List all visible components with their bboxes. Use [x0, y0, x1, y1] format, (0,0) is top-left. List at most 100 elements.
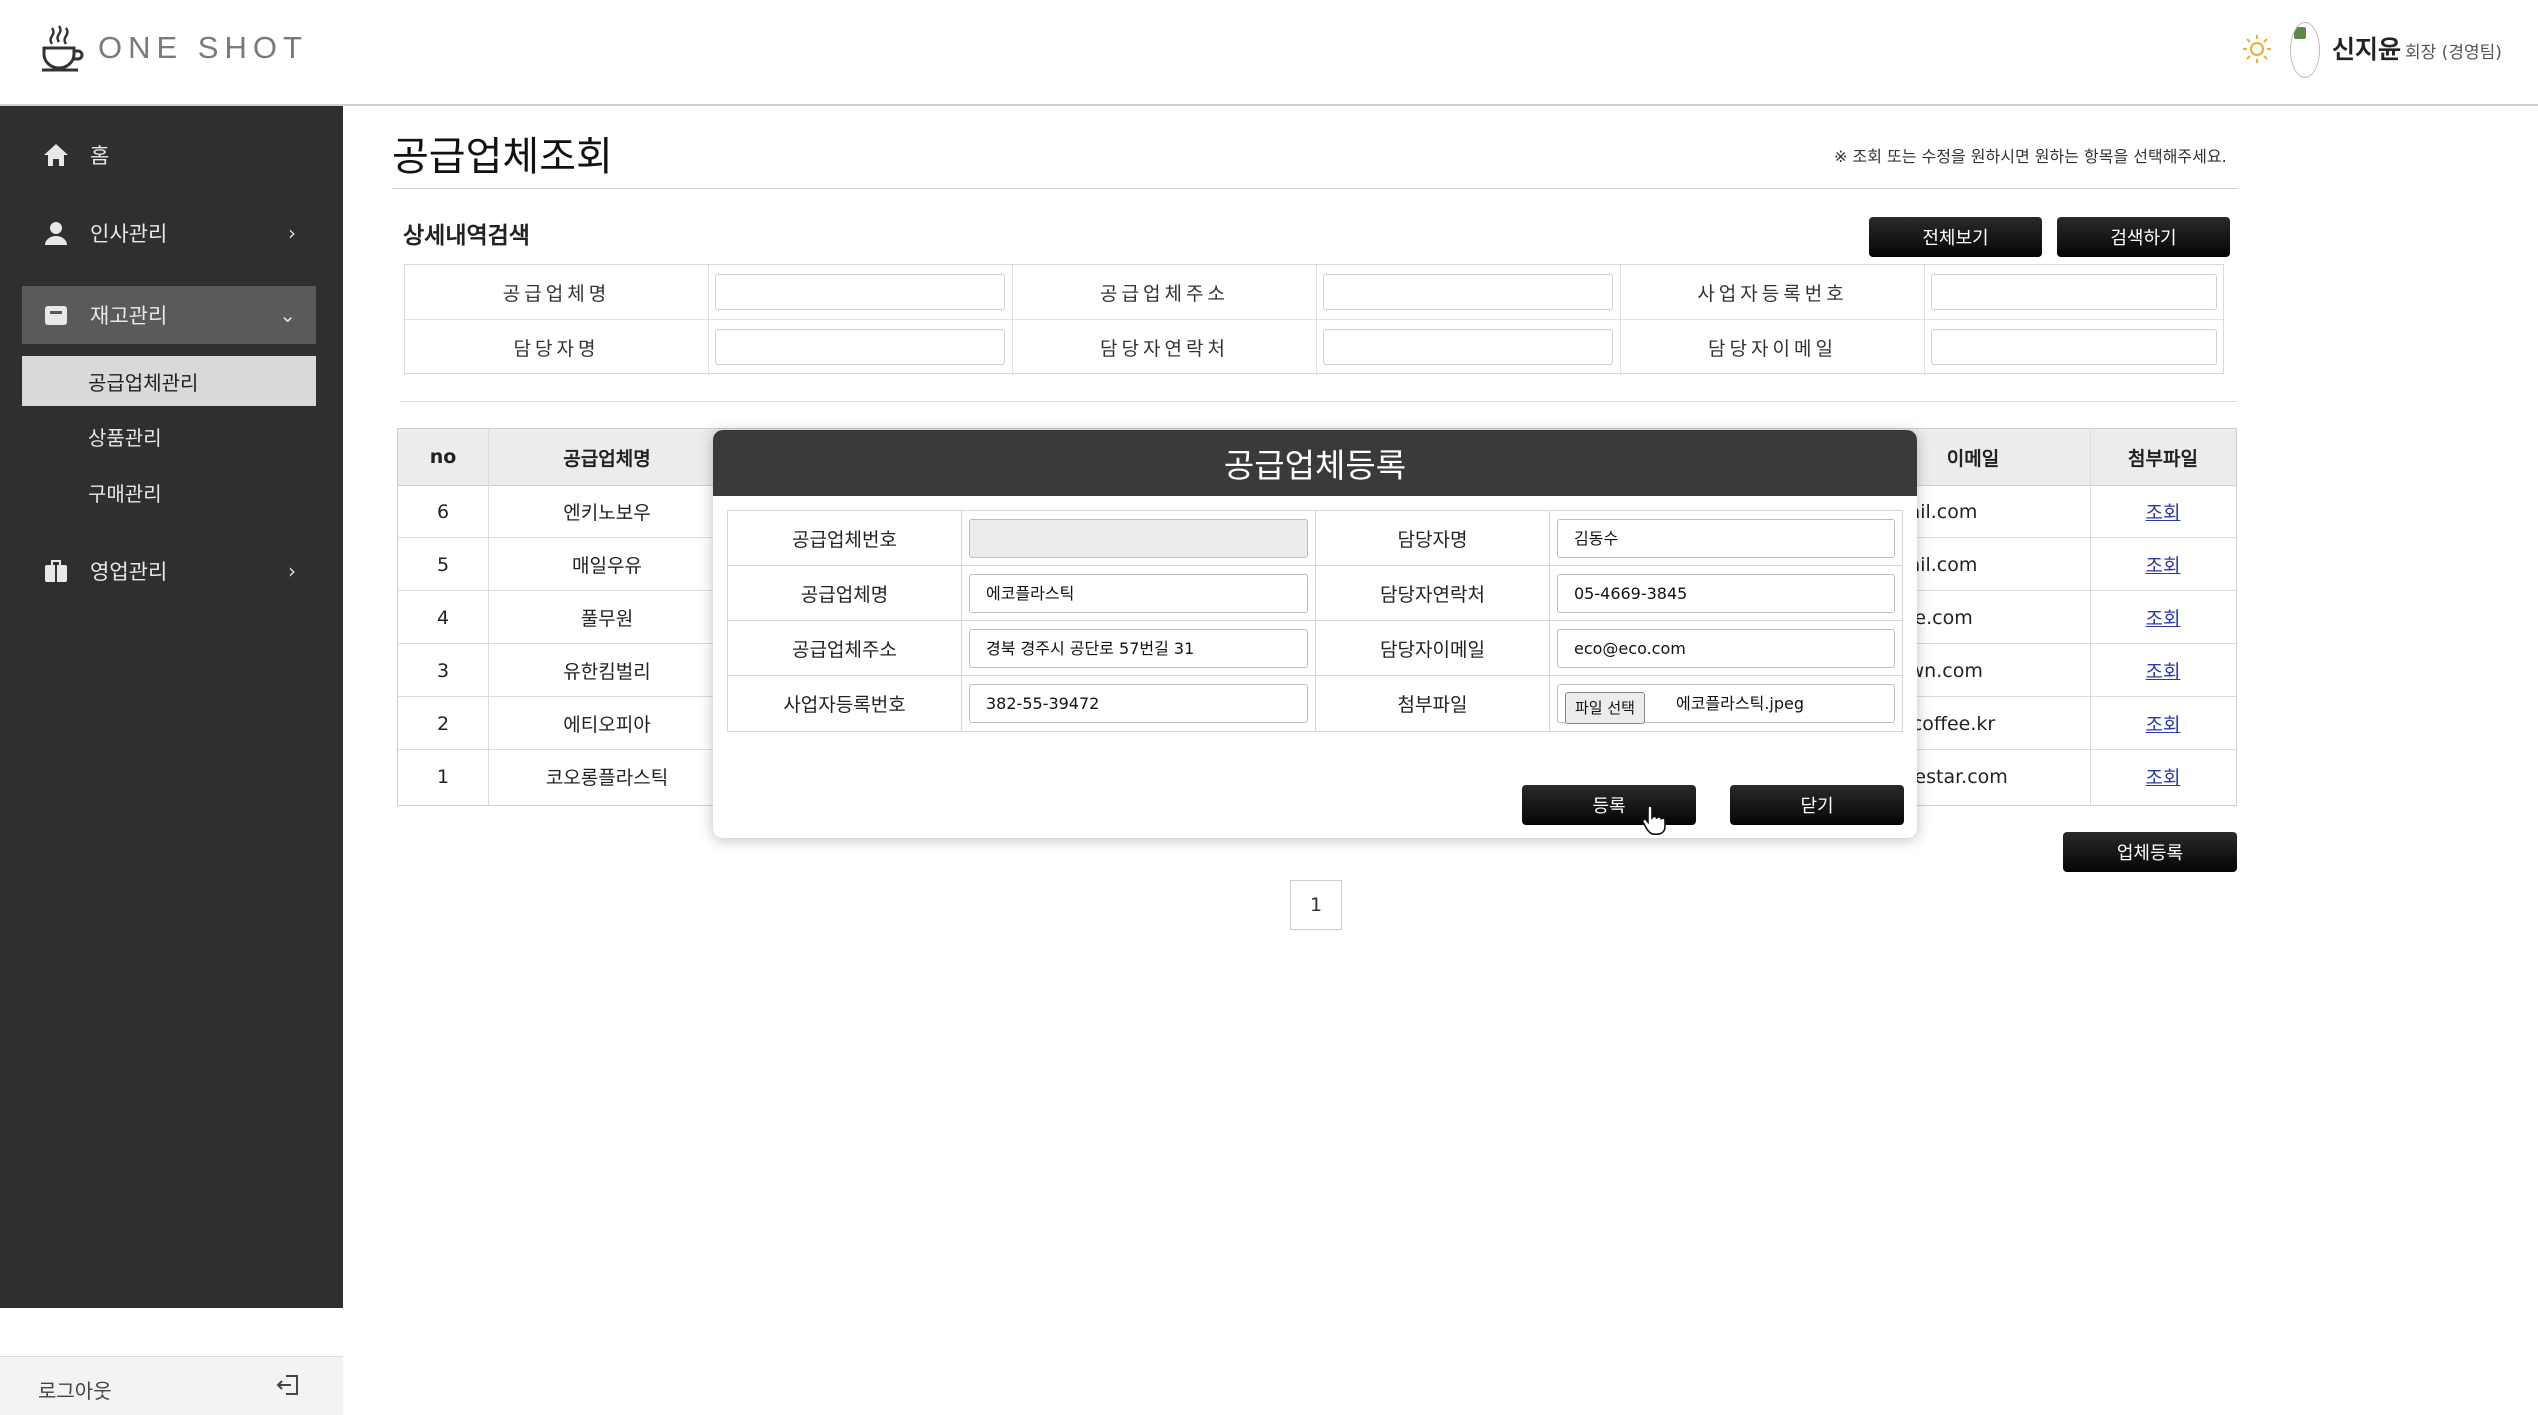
sidebar-item-hr[interactable]: 인사관리 ›: [22, 204, 316, 262]
supplier-no-input: [969, 519, 1308, 558]
briefcase-icon: [42, 557, 70, 585]
manager-email-input[interactable]: eco@eco.com: [1557, 629, 1895, 668]
theme-sun-icon[interactable]: [2242, 34, 2272, 64]
value-cell: 382-55-39472: [962, 676, 1316, 731]
cell-name: 풀무원: [580, 608, 634, 630]
search-section-title: 상세내역검색: [403, 223, 530, 249]
cell-no: 6: [436, 500, 450, 523]
sidebar-item-label: 홈: [90, 144, 110, 168]
manager-name-input[interactable]: 김동수: [1557, 519, 1895, 558]
user-role: 회장 (경영팀): [2405, 43, 2502, 63]
search-cell: [709, 265, 1013, 320]
chevron-right-icon: ›: [288, 559, 296, 583]
search-manager-name-input[interactable]: [715, 329, 1005, 365]
sidebar-item-label: 인사관리: [90, 222, 168, 246]
label-manager-phone: 담당자연락처: [1316, 566, 1550, 621]
logout-label: 로그아웃: [38, 1379, 112, 1403]
divider: [400, 401, 2237, 402]
register-supplier-button[interactable]: 업체등록: [2063, 832, 2237, 872]
column-header-attachment: 첨부파일: [2128, 447, 2198, 470]
box-icon: [42, 301, 70, 329]
attachment-file-input[interactable]: 파일 선택 에코플라스틱.jpeg: [1557, 684, 1895, 724]
value-cell: [962, 511, 1316, 566]
value-cell: eco@eco.com: [1550, 621, 1902, 676]
column-header-no: no: [429, 446, 457, 468]
sidebar-item-home[interactable]: 홈: [22, 126, 316, 184]
close-modal-button[interactable]: 닫기: [1730, 785, 1904, 825]
search-manager-email-input[interactable]: [1931, 329, 2217, 365]
search-label-manager-phone: 담당자연락처: [1013, 320, 1317, 375]
value-cell: 에코플라스틱: [962, 566, 1316, 621]
chevron-right-icon: ›: [288, 221, 296, 245]
value-cell: 파일 선택 에코플라스틱.jpeg: [1550, 676, 1902, 731]
search-label-supplier-address: 공급업체주소: [1013, 265, 1317, 320]
business-no-input[interactable]: 382-55-39472: [969, 684, 1308, 723]
search-label-business-no: 사업자등록번호: [1621, 265, 1925, 320]
label-attachment: 첨부파일: [1316, 676, 1550, 731]
cell-no: 1: [436, 765, 450, 788]
sidebar-item-label: 재고관리: [90, 304, 168, 328]
sidebar-subitem-supplier[interactable]: 공급업체관리: [22, 356, 316, 406]
value-cell: 경북 경주시 공단로 57번길 31: [962, 621, 1316, 676]
sidebar-item-inventory[interactable]: 재고관리 ⌄: [22, 286, 316, 344]
search-form: 공급업체명 공급업체주소 사업자등록번호 담당자명 담당자연락처 담당자이메일: [404, 264, 2224, 375]
search-supplier-name-input[interactable]: [715, 274, 1005, 310]
attachment-view-link[interactable]: 조회: [2090, 485, 2236, 538]
modal-form: 공급업체번호 담당자명 김동수 공급업체명 에코플라스틱 담당자연락처 05-4…: [727, 510, 1903, 732]
logout-icon[interactable]: [274, 1371, 302, 1399]
attachment-view-link[interactable]: 조회: [2090, 644, 2236, 697]
value-cell: 05-4669-3845: [1550, 566, 1902, 621]
label-supplier-address: 공급업체주소: [728, 621, 962, 676]
top-header: ONE SHOT 신지윤 회장 (경영팀): [0, 0, 2538, 106]
attachment-view-link[interactable]: 조회: [2090, 538, 2236, 591]
search-cell: [1925, 320, 2223, 375]
cell-name: 유한킴벌리: [563, 661, 651, 683]
supplier-address-input[interactable]: 경북 경주시 공단로 57번길 31: [969, 629, 1308, 668]
search-manager-phone-input[interactable]: [1323, 329, 1613, 365]
sidebar-subitem-purchase[interactable]: 구매관리: [22, 467, 316, 517]
avatar[interactable]: [2290, 22, 2320, 78]
attachment-view-link[interactable]: 조회: [2090, 591, 2236, 644]
label-supplier-name: 공급업체명: [728, 566, 962, 621]
cell-no: 2: [436, 712, 450, 735]
attachment-view-link[interactable]: 조회: [2090, 750, 2236, 803]
cell-name: 코오롱플라스틱: [545, 767, 669, 789]
column-header-name: 공급업체명: [563, 447, 651, 470]
hand-cursor-icon: [1641, 806, 1666, 835]
view-all-button[interactable]: 전체보기: [1869, 217, 2042, 257]
pagination-page[interactable]: 1: [1290, 880, 1342, 930]
cell-name: 엔키노보우: [563, 502, 651, 524]
cell-name: 에티오피아: [563, 714, 651, 736]
cell-no: 5: [436, 553, 450, 576]
broken-image-icon: [2294, 27, 2306, 39]
search-label-manager-name: 담당자명: [405, 320, 709, 375]
file-name: 에코플라스틱.jpeg: [1676, 694, 1805, 713]
label-manager-email: 담당자이메일: [1316, 621, 1550, 676]
label-supplier-no: 공급업체번호: [728, 511, 962, 566]
label-business-no: 사업자등록번호: [728, 676, 962, 731]
supplier-name-input[interactable]: 에코플라스틱: [969, 574, 1308, 613]
search-button[interactable]: 검색하기: [2057, 217, 2230, 257]
search-supplier-address-input[interactable]: [1323, 274, 1613, 310]
coffee-cup-icon: [42, 25, 84, 72]
cell-name: 매일우유: [572, 555, 642, 577]
search-cell: [1317, 320, 1621, 375]
cell-no: 3: [436, 659, 450, 682]
attachment-view-link[interactable]: 조회: [2090, 697, 2236, 750]
search-cell: [709, 320, 1013, 375]
search-label-manager-email: 담당자이메일: [1621, 320, 1925, 375]
app-logo[interactable]: ONE SHOT: [40, 24, 308, 72]
sidebar: 홈 인사관리 › 재고관리 ⌄ 공급업체관리 상품관리 구매관리 영업관리 › …: [0, 106, 343, 1415]
sidebar-item-sales[interactable]: 영업관리 ›: [22, 542, 316, 600]
search-business-no-input[interactable]: [1931, 274, 2217, 310]
file-choose-button[interactable]: 파일 선택: [1565, 692, 1645, 724]
logo-text: ONE SHOT: [98, 30, 308, 65]
logout-bar[interactable]: 로그아웃: [0, 1356, 343, 1415]
sidebar-item-label: 영업관리: [90, 560, 168, 584]
value-cell: 김동수: [1550, 511, 1902, 566]
label-manager-name: 담당자명: [1316, 511, 1550, 566]
manager-phone-input[interactable]: 05-4669-3845: [1557, 574, 1895, 613]
submit-register-button[interactable]: 등록: [1522, 785, 1696, 825]
page-notice: ※ 조회 또는 수정을 원하시면 원하는 항목을 선택해주세요.: [1834, 147, 2227, 166]
sidebar-subitem-product[interactable]: 상품관리: [22, 411, 316, 461]
